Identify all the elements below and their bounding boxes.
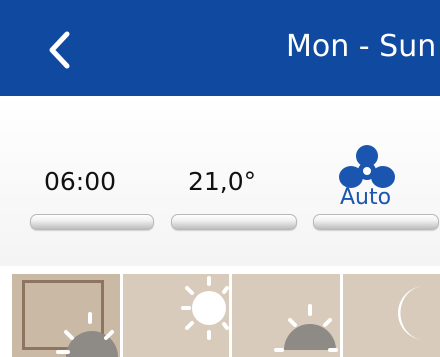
fan-adjust-slider[interactable] [313,214,439,230]
header-bar: Mon - Sun [0,0,440,96]
period-tab-evening[interactable] [232,274,340,357]
period-selector [0,268,440,357]
temperature-adjust-slider[interactable] [171,214,297,230]
time-value[interactable]: 06:00 [44,166,116,198]
page-title: Mon - Sun [286,29,437,64]
period-tab-night[interactable] [343,274,440,357]
sunrise-icon [56,312,118,357]
temperature-value[interactable]: 21,0° [188,166,256,198]
schedule-settings: 06:00 21,0° Auto [0,96,440,266]
fan-mode-label[interactable]: Auto [340,184,391,212]
time-adjust-slider[interactable] [30,214,154,230]
chevron-left-icon [49,31,70,69]
period-tab-day[interactable] [123,274,229,357]
sunset-icon [274,304,338,352]
moon-icon [398,286,425,340]
period-tab-morning[interactable] [12,274,120,357]
sun-icon [181,276,229,340]
back-button[interactable] [40,30,80,70]
